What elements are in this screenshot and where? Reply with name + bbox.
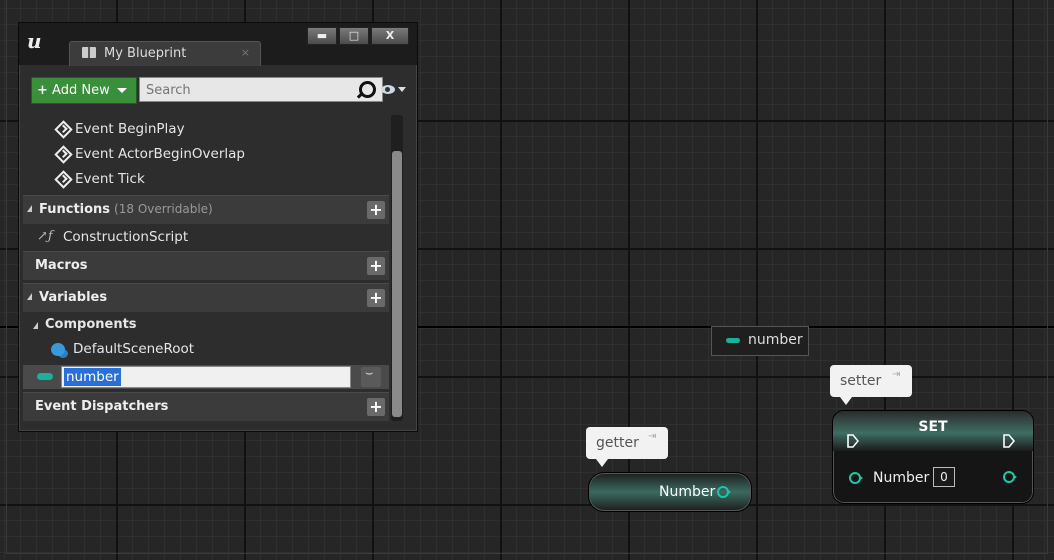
tab-label: My Blueprint — [104, 46, 187, 61]
event-label: Event BeginPlay — [75, 121, 185, 137]
exec-output-pin-icon[interactable] — [1003, 434, 1015, 448]
close-window-button[interactable]: X — [371, 27, 409, 45]
scrollbar-thumb[interactable] — [392, 151, 402, 417]
components-category[interactable]: Components — [23, 315, 389, 337]
pin-comment-icon[interactable]: ⇥ — [892, 369, 906, 383]
event-diamond-icon — [54, 120, 73, 139]
getter-comment-text: getter — [596, 435, 639, 451]
add-macro-button[interactable]: + — [367, 257, 385, 275]
add-function-button[interactable]: + — [367, 201, 385, 219]
drag-variable-tooltip: number — [711, 326, 809, 356]
expand-triangle-icon — [27, 293, 32, 300]
set-pin-label: Number — [873, 470, 930, 486]
add-new-label: Add New — [52, 83, 110, 98]
set-output-pin-icon[interactable] — [1003, 471, 1017, 483]
scene-component-icon — [51, 343, 65, 356]
variables-section-header[interactable]: Variables + — [23, 283, 389, 312]
event-diamond-icon — [54, 170, 73, 189]
setter-comment-text: setter — [840, 373, 882, 389]
component-item[interactable]: DefaultSceneRoot — [23, 339, 389, 361]
variable-item-selected[interactable]: number — [23, 365, 389, 389]
set-number-node[interactable]: SET Number 0 — [832, 410, 1034, 504]
functions-section-header[interactable]: Functions (18 Overridable) + — [23, 195, 389, 224]
book-icon — [82, 47, 96, 58]
variable-type-pill-icon — [726, 338, 740, 343]
blueprint-tree: Event BeginPlay Event ActorBeginOverlap … — [23, 115, 389, 425]
view-options-button[interactable] — [381, 83, 409, 97]
getter-output-pin-icon[interactable] — [717, 486, 731, 498]
set-default-value-field[interactable]: 0 — [933, 467, 955, 487]
search-box — [139, 77, 383, 102]
tab-close-icon[interactable]: × — [241, 46, 250, 59]
event-diamond-icon — [54, 145, 73, 164]
search-icon[interactable] — [359, 81, 376, 98]
event-dispatchers-label: Event Dispatchers — [35, 399, 169, 414]
event-label: Event Tick — [75, 171, 145, 187]
exec-input-pin-icon[interactable] — [847, 434, 859, 448]
setter-comment-bubble[interactable]: setter ⇥ — [830, 365, 912, 405]
macros-label: Macros — [35, 258, 88, 273]
set-node-title: SET — [918, 419, 948, 435]
functions-label: Functions (18 Overridable) — [39, 202, 213, 217]
tab-my-blueprint[interactable]: My Blueprint × — [69, 41, 261, 66]
add-new-button[interactable]: + Add New — [31, 77, 137, 104]
my-blueprint-window: u My Blueprint × ▬ □ X + Add New E — [18, 22, 418, 432]
expand-triangle-icon — [27, 205, 32, 212]
event-item[interactable]: Event ActorBeginOverlap — [23, 144, 389, 166]
variable-type-button[interactable] — [361, 366, 381, 387]
add-event-dispatcher-button[interactable]: + — [367, 398, 385, 416]
window-titlebar[interactable]: u My Blueprint × ▬ □ X — [19, 23, 417, 66]
variable-name-text: number — [64, 368, 121, 386]
search-input[interactable] — [144, 79, 328, 102]
chevron-down-icon — [116, 88, 127, 93]
component-label: DefaultSceneRoot — [73, 341, 195, 357]
pin-comment-icon[interactable]: ⇥ — [648, 431, 662, 445]
unreal-logo-icon: u — [27, 29, 42, 53]
components-label: Components — [45, 317, 137, 332]
get-number-node[interactable]: Number — [588, 472, 752, 512]
event-item[interactable]: Event Tick — [23, 169, 389, 191]
variable-type-pill-icon — [37, 373, 53, 380]
event-dispatchers-section-header[interactable]: Event Dispatchers + — [23, 392, 389, 421]
minimize-button[interactable]: ▬ — [307, 27, 337, 45]
function-label: ConstructionScript — [63, 229, 189, 245]
blueprint-toolbar: + Add New — [27, 77, 409, 104]
window-controls: ▬ □ X — [307, 27, 409, 45]
getter-comment-bubble[interactable]: getter ⇥ — [586, 427, 668, 467]
panel-scrollbar[interactable] — [391, 115, 403, 421]
expand-triangle-icon — [33, 322, 38, 329]
getter-pin-label: Number — [659, 484, 716, 500]
set-input-pin-icon[interactable] — [849, 472, 863, 484]
variables-label: Variables — [39, 290, 108, 305]
event-label: Event ActorBeginOverlap — [75, 146, 245, 162]
macros-section-header[interactable]: Macros + — [23, 251, 389, 280]
chevron-down-icon — [398, 87, 406, 92]
variable-rename-input[interactable]: number — [61, 366, 351, 388]
add-variable-button[interactable]: + — [367, 289, 385, 307]
drag-variable-label: number — [748, 332, 803, 348]
event-item[interactable]: Event BeginPlay — [23, 119, 389, 141]
add-plus-icon: + — [37, 83, 48, 98]
function-item[interactable]: ↗ƒ ConstructionScript — [23, 225, 389, 249]
function-icon: ↗ƒ — [37, 229, 53, 244]
maximize-button[interactable]: □ — [339, 27, 369, 45]
eye-icon — [381, 85, 395, 94]
